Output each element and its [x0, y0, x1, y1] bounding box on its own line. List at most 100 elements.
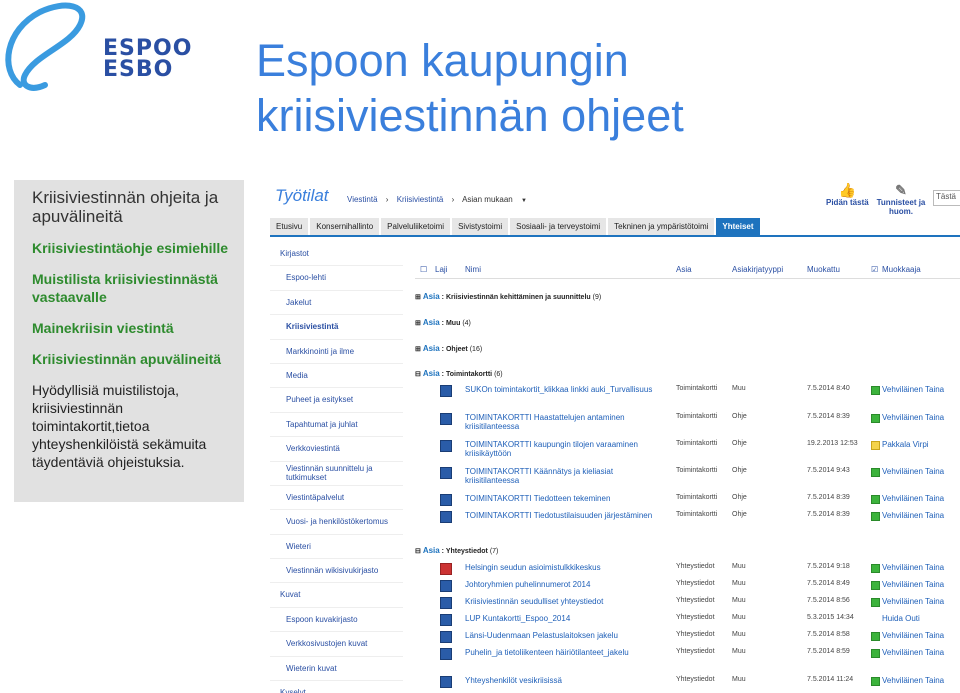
word-document-icon[interactable]: [440, 648, 452, 660]
document-name-link[interactable]: Länsi-Uudenmaan Pelastuslaitoksen jakelu: [465, 631, 665, 640]
word-document-icon[interactable]: [440, 597, 452, 609]
table-row[interactable]: Yhteyshenkilöt vesikriisissä Yhteystiedot…: [415, 675, 960, 689]
tags-notes-button[interactable]: ✎ Tunnisteet ja huom.: [876, 182, 926, 216]
cell-muokkaaja[interactable]: Vehviläinen Taina: [882, 597, 944, 606]
cell-muokkaaja[interactable]: Vehviläinen Taina: [882, 511, 944, 520]
table-row[interactable]: Helsingin seudun asioimistulkkikeskus Yht…: [415, 562, 960, 576]
tab-palveluliiketoimi[interactable]: Palveluliiketoimi: [381, 218, 451, 235]
quicknav-item[interactable]: Viestinnän wikisivukirjasto: [270, 559, 403, 584]
quicknav-item[interactable]: Kyselyt: [270, 681, 403, 693]
cell-muokkaaja[interactable]: Huida Outi: [882, 614, 920, 623]
quicknav-item[interactable]: Kuvat: [270, 583, 403, 608]
word-document-icon[interactable]: [440, 511, 452, 523]
breadcrumb-item[interactable]: Viestintä: [347, 195, 378, 204]
document-name-link[interactable]: Johtoryhmien puhelinnumerot 2014: [465, 580, 665, 589]
tab-konsernihallinto[interactable]: Konsernihallinto: [310, 218, 380, 235]
quicknav-item[interactable]: Kriisiviestintä: [270, 315, 403, 340]
quicknav-item[interactable]: Vuosi- ja henkilöstökertomus: [270, 510, 403, 535]
document-name-link[interactable]: Kriisiviestinnän seudulliset yhteystiedo…: [465, 597, 665, 606]
document-name-link[interactable]: TOIMINTAKORTTI Haastattelujen antaminen …: [465, 413, 665, 431]
word-document-icon[interactable]: [440, 440, 452, 452]
cell-muokkaaja[interactable]: Vehviläinen Taina: [882, 467, 944, 476]
quicknav-item[interactable]: Tapahtumat ja juhlat: [270, 413, 403, 438]
column-muokkaaja[interactable]: Muokkaaja: [882, 265, 921, 274]
cell-muokkaaja[interactable]: Vehviläinen Taina: [882, 413, 944, 422]
column-nimi[interactable]: Nimi: [465, 265, 481, 274]
column-asia[interactable]: Asia: [676, 265, 692, 274]
quicknav-item[interactable]: Viestintäpalvelut: [270, 486, 403, 511]
quicknav-item[interactable]: Kirjastot: [270, 242, 403, 267]
table-row[interactable]: TOIMINTAKORTTI Tiedotteen tekeminen Toimi…: [415, 493, 960, 507]
quicknav-item[interactable]: Espoon kuvakirjasto: [270, 608, 403, 633]
quicknav-item[interactable]: Espoo-lehti: [270, 266, 403, 291]
document-name-link[interactable]: TOIMINTAKORTTI Tiedotustilaisuuden järje…: [465, 511, 665, 520]
table-row[interactable]: Puhelin_ja tietoliikenteen häiriötilante…: [415, 647, 960, 673]
document-name-link[interactable]: LUP Kuntakortti_Espoo_2014: [465, 614, 665, 623]
select-all-checkbox[interactable]: ☐: [420, 265, 427, 274]
word-document-icon[interactable]: [440, 580, 452, 592]
word-document-icon[interactable]: [440, 494, 452, 506]
quicknav-item[interactable]: Wieteri: [270, 535, 403, 560]
cell-muokkaaja[interactable]: Vehviläinen Taina: [882, 494, 944, 503]
tab-etusivu[interactable]: Etusivu: [270, 218, 309, 235]
quicknav-item[interactable]: Wieterin kuvat: [270, 657, 403, 682]
cell-muokkaaja[interactable]: Vehviläinen Taina: [882, 580, 944, 589]
word-document-icon[interactable]: [440, 467, 452, 479]
tab-yhteiset[interactable]: Yhteiset: [716, 218, 760, 235]
quicknav-item[interactable]: Puheet ja esitykset: [270, 388, 403, 413]
document-name-link[interactable]: Puhelin_ja tietoliikenteen häiriötilante…: [465, 648, 665, 657]
group-header[interactable]: ⊞ Asia : Muu (4): [415, 318, 960, 331]
table-row[interactable]: TOIMINTAKORTTI Käännätys ja kieliasiat k…: [415, 466, 960, 492]
quicknav-item[interactable]: Verkkosivustojen kuvat: [270, 632, 403, 657]
column-asiakirjatyyppi[interactable]: Asiakirjatyyppi: [732, 265, 783, 274]
quicknav-item[interactable]: Viestinnän suunnittelu ja tutkimukset: [270, 462, 403, 486]
document-name-link[interactable]: TOIMINTAKORTTI Tiedotteen tekeminen: [465, 494, 665, 503]
document-name-link[interactable]: Helsingin seudun asioimistulkkikeskus: [465, 563, 665, 572]
word-document-icon[interactable]: [440, 676, 452, 688]
pdf-document-icon[interactable]: [440, 563, 452, 575]
quicknav-item[interactable]: Verkkoviestintä: [270, 437, 403, 462]
table-row[interactable]: TOIMINTAKORTTI Haastattelujen antaminen …: [415, 412, 960, 438]
panel-link-manager-guide[interactable]: Kriisiviestintäohje esimiehille: [32, 239, 234, 257]
like-button[interactable]: 👍 Pidän tästä: [826, 182, 869, 207]
panel-link-tools[interactable]: Kriisiviestinnän apuvälineitä: [32, 350, 234, 368]
group-header[interactable]: ⊟ Asia : Yhteystiedot (7): [415, 546, 960, 559]
column-muokattu[interactable]: Muokattu: [807, 265, 840, 274]
breadcrumb-item[interactable]: Kriisiviestintä: [397, 195, 444, 204]
expand-toggle-icon[interactable]: ⊞: [415, 320, 421, 327]
quicknav-item[interactable]: Media: [270, 364, 403, 389]
quicknav-item[interactable]: Jakelut: [270, 291, 403, 316]
group-header[interactable]: ⊟ Asia : Toimintakortti (6): [415, 369, 960, 382]
word-document-icon[interactable]: [440, 614, 452, 626]
group-header[interactable]: ⊞ Asia : Ohjeet (16): [415, 344, 960, 357]
word-document-icon[interactable]: [440, 413, 452, 425]
table-row[interactable]: Kriisiviestinnän seudulliset yhteystiedo…: [415, 596, 960, 610]
panel-link-reputation-crisis[interactable]: Mainekriisin viestintä: [32, 319, 234, 337]
app-brand[interactable]: Työtilat: [275, 186, 329, 206]
word-document-icon[interactable]: [440, 385, 452, 397]
cell-muokkaaja[interactable]: Pakkala Virpi: [882, 440, 929, 449]
cell-muokkaaja[interactable]: Vehviläinen Taina: [882, 563, 944, 572]
tab-tekninen[interactable]: Tekninen ja ympäristötoimi: [608, 218, 715, 235]
group-header[interactable]: ⊞ Asia : Kriisiviestinnän kehittäminen j…: [415, 292, 960, 305]
chevron-down-icon[interactable]: ▼: [521, 198, 527, 204]
table-row[interactable]: LUP Kuntakortti_Espoo_2014 Yhteystiedot Mu…: [415, 613, 960, 627]
tab-sosiaali[interactable]: Sosiaali- ja terveystoimi: [510, 218, 607, 235]
panel-link-checklist[interactable]: Muistilista kriisiviestinnästä vastaaval…: [32, 270, 234, 306]
table-row[interactable]: SUKOn toimintakortit_klikkaa linkki auki…: [415, 384, 960, 410]
cell-muokkaaja[interactable]: Vehviläinen Taina: [882, 385, 944, 394]
word-document-icon[interactable]: [440, 631, 452, 643]
column-laji[interactable]: Laji: [435, 265, 447, 274]
document-name-link[interactable]: TOIMINTAKORTTI kaupungin tilojen varaami…: [465, 440, 665, 458]
expand-toggle-icon[interactable]: ⊟: [415, 371, 421, 378]
document-name-link[interactable]: TOIMINTAKORTTI Käännätys ja kieliasiat k…: [465, 467, 665, 485]
breadcrumb-current[interactable]: Asian mukaan: [462, 195, 513, 204]
cell-muokkaaja[interactable]: Vehviläinen Taina: [882, 676, 944, 685]
table-row[interactable]: TOIMINTAKORTTI Tiedotustilaisuuden järje…: [415, 510, 960, 536]
expand-toggle-icon[interactable]: ⊞: [415, 294, 421, 301]
quicknav-item[interactable]: Markkinointi ja ilme: [270, 340, 403, 364]
document-name-link[interactable]: SUKOn toimintakortit_klikkaa linkki auki…: [465, 385, 665, 394]
cell-muokkaaja[interactable]: Vehviläinen Taina: [882, 631, 944, 640]
tab-sivistystoimi[interactable]: Sivistystoimi: [452, 218, 509, 235]
expand-toggle-icon[interactable]: ⊞: [415, 346, 421, 353]
